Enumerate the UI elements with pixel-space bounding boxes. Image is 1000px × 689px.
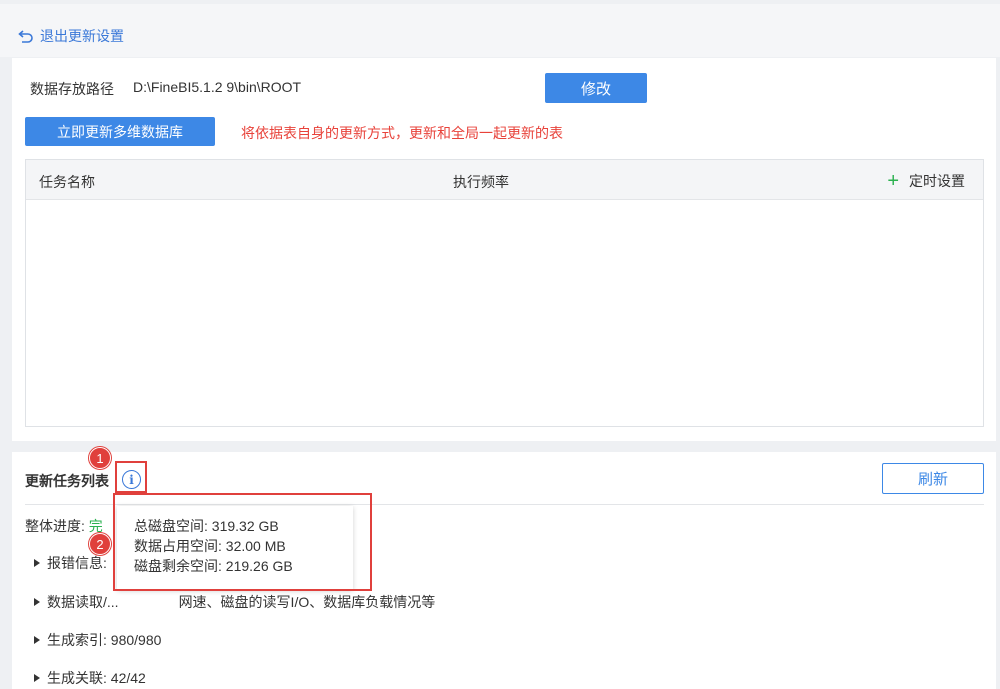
- annotation-marker-1: 1: [89, 447, 111, 469]
- list-item-data-read[interactable]: 数据读取/... 网速、磁盘的读写I/O、数据库负载情况等: [34, 592, 435, 612]
- update-now-button[interactable]: 立即更新多维数据库: [25, 117, 215, 146]
- back-arrow-icon: [18, 30, 33, 43]
- list-item-relation[interactable]: 生成关联: 42/42: [34, 668, 146, 688]
- update-hint: 将依据表自身的更新方式，更新和全局一起更新的表: [241, 125, 563, 141]
- refresh-button[interactable]: 刷新: [882, 463, 984, 494]
- list-item-extra: 网速、磁盘的读写I/O、数据库负载情况等: [178, 594, 436, 610]
- plus-icon: +: [887, 170, 899, 192]
- task-table: 任务名称 执行频率 + 定时设置: [25, 159, 984, 427]
- list-item-label: 生成关联: 42/42: [47, 670, 146, 686]
- annotation-box-info: [115, 461, 147, 493]
- top-bar: 退出更新设置: [0, 4, 1000, 57]
- overall-progress: 整体进度: 完: [25, 516, 103, 536]
- schedule-label: 定时设置: [909, 173, 965, 189]
- modify-button[interactable]: 修改: [545, 73, 647, 103]
- list-item-error-info[interactable]: 报错信息:: [34, 553, 107, 573]
- task-list-title: 更新任务列表: [25, 473, 109, 489]
- caret-right-icon: [34, 636, 40, 644]
- column-frequency: 执行频率: [453, 174, 509, 190]
- list-item-index[interactable]: 生成索引: 980/980: [34, 630, 161, 650]
- list-item-label: 数据读取/...: [47, 594, 119, 610]
- list-item-label: 报错信息:: [47, 555, 107, 571]
- annotation-box-tooltip: [113, 493, 372, 591]
- storage-panel: 数据存放路径 D:\FineBI5.1.2 9\bin\ROOT 修改 立即更新…: [12, 58, 996, 441]
- caret-right-icon: [34, 674, 40, 682]
- add-schedule-button[interactable]: + 定时设置: [887, 171, 965, 191]
- path-label: 数据存放路径: [30, 81, 114, 97]
- back-link[interactable]: 退出更新设置: [18, 26, 124, 46]
- caret-right-icon: [34, 559, 40, 567]
- back-label: 退出更新设置: [40, 28, 124, 44]
- path-value: D:\FineBI5.1.2 9\bin\ROOT: [133, 79, 302, 95]
- caret-right-icon: [34, 598, 40, 606]
- progress-label: 整体进度:: [25, 518, 85, 534]
- progress-status: 完: [88, 518, 103, 534]
- column-task-name: 任务名称: [39, 174, 95, 190]
- task-table-header: 任务名称 执行频率 + 定时设置: [26, 160, 983, 200]
- annotation-marker-2: 2: [89, 533, 111, 555]
- list-item-label: 生成索引: 980/980: [47, 632, 162, 648]
